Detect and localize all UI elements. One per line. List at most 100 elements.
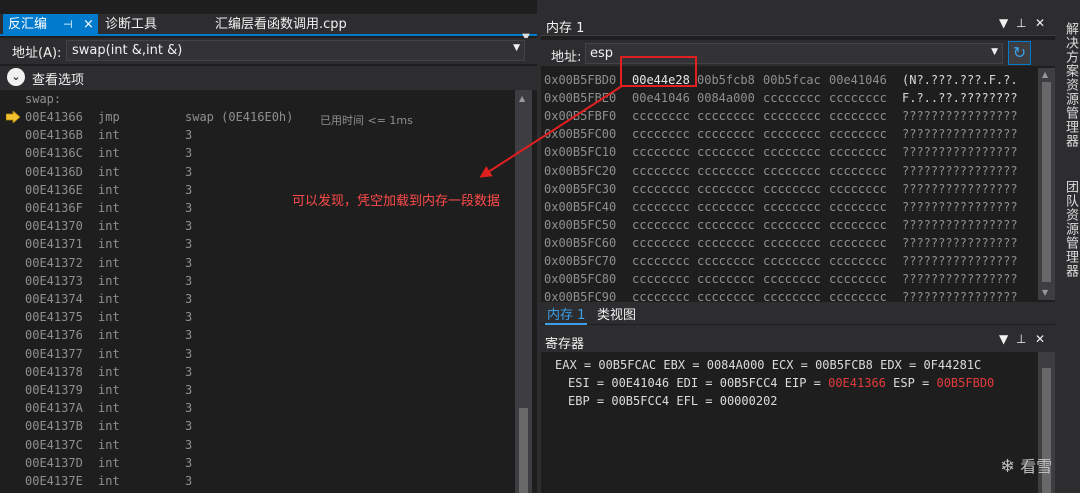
memory-row[interactable]: 0x00B5FC20 cccccccc cccccccc cccccccc cccccc… [541,163,1038,181]
window-menu-icon[interactable]: ▼ [999,332,1008,346]
memory-word[interactable]: cccccccc [632,182,690,196]
address-value[interactable]: swap(int &,int &) [72,43,182,58]
memory-word[interactable]: cccccccc [829,109,887,123]
memory-word[interactable]: cccccccc [763,164,821,178]
memory-address-value[interactable]: esp [590,46,613,61]
memory-word[interactable]: cccccccc [829,91,887,105]
scroll-up-icon[interactable]: ▲ [1042,70,1048,79]
memory-row[interactable]: 0x00B5FC00 cccccccc cccccccc cccccccc cccccc… [541,126,1038,144]
memory-word[interactable]: cccccccc [697,145,755,159]
disassembly-row[interactable]: 00E41366 jmp swap (0E416E0h) 已用时间 <= 1ms [0,109,515,127]
scrollbar-thumb[interactable] [1042,82,1051,282]
disassembly-row[interactable]: 00E4137E int 3 [0,473,515,491]
disassembly-row[interactable]: 00E4137A int 3 [0,400,515,418]
tab-class-view[interactable]: 类视图 [597,304,636,323]
vertical-scrollbar[interactable]: ▲ [515,90,532,493]
disassembly-row[interactable]: 00E41378 int 3 [0,364,515,382]
memory-row[interactable]: 0x00B5FC10 cccccccc cccccccc cccccccc cccccc… [541,144,1038,162]
memory-row[interactable]: 0x00B5FBF0 cccccccc cccccccc cccccccc cccccc… [541,108,1038,126]
memory-row[interactable]: 0x00B5FC30 cccccccc cccccccc cccccccc cccccc… [541,181,1038,199]
memory-row[interactable]: 0x00B5FC60 cccccccc cccccccc cccccccc cccccc… [541,235,1038,253]
memory-word[interactable]: cccccccc [632,254,690,268]
memory-word[interactable]: cccccccc [632,272,690,286]
memory-word[interactable]: 0084a000 [697,91,755,105]
memory-word[interactable]: 00e41046 [632,91,690,105]
tab-memory-1[interactable]: 内存 1 [545,304,588,325]
disassembly-row[interactable]: 00E41376 int 3 [0,327,515,345]
memory-word[interactable]: cccccccc [763,127,821,141]
memory-word[interactable]: cccccccc [829,164,887,178]
memory-word[interactable]: 00b5fcac [763,73,821,87]
view-options-label[interactable]: 查看选项 [32,69,84,88]
memory-dump[interactable]: 0x00B5FBD0 00e44e28 00b5fcb8 00b5fcac 00e410… [541,68,1038,304]
disassembly-row[interactable]: 00E4137B int 3 [0,418,515,436]
window-menu-icon[interactable]: ▼ [999,16,1008,30]
memory-word[interactable]: cccccccc [697,182,755,196]
memory-word[interactable]: cccccccc [763,254,821,268]
memory-word[interactable]: cccccccc [829,182,887,196]
memory-word[interactable]: cccccccc [763,236,821,250]
refresh-icon[interactable]: ↻ [1008,41,1031,65]
disassembly-row[interactable]: 00E41377 int 3 [0,346,515,364]
memory-word[interactable]: cccccccc [763,218,821,232]
disassembly-row[interactable]: 00E41372 int 3 [0,255,515,273]
dropdown-arrow-icon[interactable]: ▼ [991,47,998,57]
memory-word[interactable]: cccccccc [697,236,755,250]
dropdown-arrow-icon[interactable]: ▼ [513,43,520,53]
memory-word[interactable]: cccccccc [632,236,690,250]
memory-word[interactable]: 00b5fcb8 [697,73,755,87]
memory-word[interactable]: 00e41046 [829,73,887,87]
memory-row[interactable]: 0x00B5FC70 cccccccc cccccccc cccccccc cccccc… [541,253,1038,271]
memory-row[interactable]: 0x00B5FC50 cccccccc cccccccc cccccccc cccccc… [541,217,1038,235]
memory-row[interactable]: 0x00B5FBD0 00e44e28 00b5fcb8 00b5fcac 00e410… [541,72,1038,90]
memory-word[interactable]: cccccccc [829,236,887,250]
memory-word[interactable]: cccccccc [763,200,821,214]
tab-diagnostic-tools[interactable]: 诊断工具 [105,14,157,36]
memory-word[interactable]: cccccccc [763,109,821,123]
disassembly-row[interactable]: 00E41371 int 3 [0,236,515,254]
sidebar-solution-explorer[interactable]: 解决方案资源管理器 [1061,22,1080,148]
close-icon[interactable]: ✕ [1035,16,1045,30]
scrollbar-thumb[interactable] [519,408,528,493]
close-icon[interactable]: × [83,14,94,36]
pin-icon[interactable]: ⊥ [1016,332,1026,346]
memory-word[interactable]: cccccccc [697,109,755,123]
sidebar-team-explorer[interactable]: 团队资源管理器 [1061,180,1080,278]
memory-word[interactable]: cccccccc [697,164,755,178]
memory-word[interactable]: cccccccc [632,127,690,141]
memory-word[interactable]: cccccccc [632,218,690,232]
tab-disassembly[interactable]: 反汇编 ⊣ × [3,14,98,36]
memory-word[interactable]: cccccccc [697,254,755,268]
view-options-row[interactable]: ⌄ 查看选项 [0,66,537,90]
memory-word[interactable]: cccccccc [697,200,755,214]
memory-word[interactable]: cccccccc [829,254,887,268]
memory-word[interactable]: cccccccc [632,164,690,178]
memory-word[interactable]: cccccccc [829,127,887,141]
memory-word[interactable]: cccccccc [829,218,887,232]
disassembly-row[interactable]: 00E41370 int 3 [0,218,515,236]
memory-row[interactable]: 0x00B5FC80 cccccccc cccccccc cccccccc cccccc… [541,271,1038,289]
disassembly-row[interactable]: 00E4137D int 3 [0,455,515,473]
pin-icon[interactable]: ⊥ [1016,16,1026,30]
memory-word[interactable]: cccccccc [632,145,690,159]
disassembly-row[interactable]: 00E41379 int 3 [0,382,515,400]
memory-word[interactable]: cccccccc [632,109,690,123]
disassembly-code[interactable]: swap: 00E41366 jmp swap (0E416E0h) 已用时间 <= … [0,90,515,493]
memory-word[interactable]: cccccccc [763,91,821,105]
memory-word[interactable]: cccccccc [829,272,887,286]
memory-word[interactable]: cccccccc [829,145,887,159]
tab-source-file[interactable]: 汇编层看函数调用.cpp [215,14,347,36]
address-combobox[interactable]: swap(int &,int &) ▼ [66,40,525,61]
disassembly-row[interactable]: 00E4136D int 3 [0,164,515,182]
disassembly-row[interactable]: 00E41374 int 3 [0,291,515,309]
memory-word[interactable]: cccccccc [763,272,821,286]
memory-word[interactable]: cccccccc [632,200,690,214]
disassembly-row[interactable]: 00E41373 int 3 [0,273,515,291]
disassembly-row[interactable]: 00E4137C int 3 [0,437,515,455]
memory-word[interactable]: cccccccc [763,145,821,159]
disassembly-row[interactable]: 00E4136C int 3 [0,145,515,163]
memory-word[interactable]: cccccccc [829,200,887,214]
disassembly-row[interactable]: 00E4136B int 3 [0,127,515,145]
disassembly-row[interactable]: 00E41375 int 3 [0,309,515,327]
close-icon[interactable]: ✕ [1035,332,1045,346]
